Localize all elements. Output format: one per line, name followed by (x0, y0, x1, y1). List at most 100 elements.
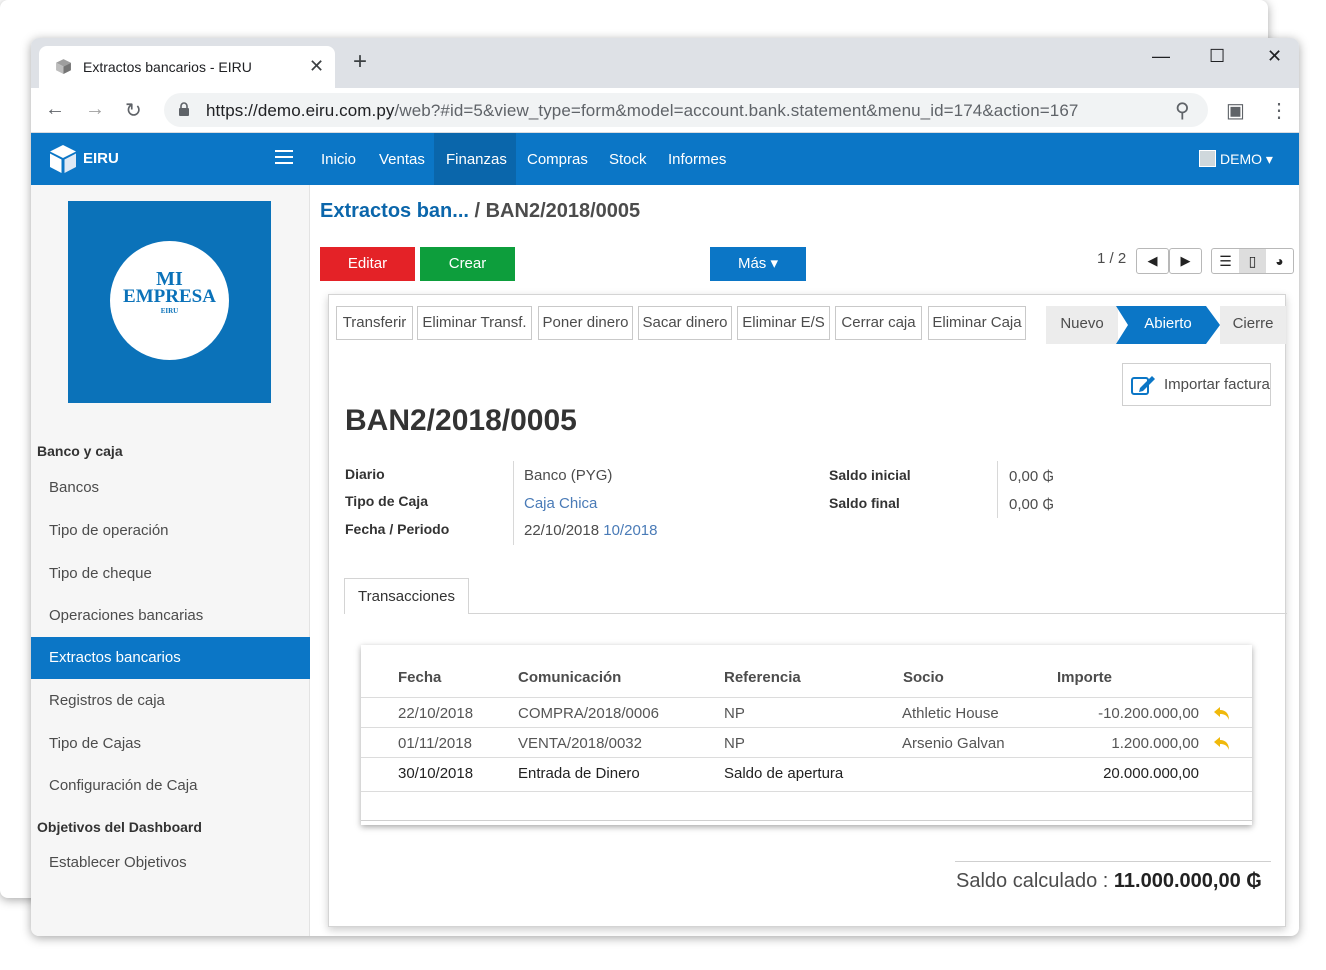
table-row[interactable]: 22/10/2018 COMPRA/2018/0006 NP Athletic … (361, 697, 1252, 727)
saldo-inicial-value: 0,00 ₲ (1009, 468, 1055, 485)
hamburger-menu-icon[interactable] (275, 150, 293, 164)
tab-strip: Extractos bancarios - EIRU ✕ + — ☐ ✕ (31, 38, 1299, 88)
tab-title: Extractos bancarios - EIRU (83, 59, 252, 75)
back-icon[interactable]: ← (45, 98, 65, 121)
zoom-icon[interactable]: ⚲ (1175, 98, 1190, 123)
sidebar: MI EMPRESA EIRU Banco y caja Bancos Tipo… (31, 185, 310, 936)
sidebar-item-tipo-cajas[interactable]: Tipo de Cajas (31, 723, 310, 765)
poner-dinero-button[interactable]: Poner dinero (538, 306, 633, 340)
view-switcher: ☰ ▯ ◕ (1211, 248, 1294, 274)
extension-icon[interactable]: ▣ (1226, 98, 1245, 123)
company-logo: MI EMPRESA EIRU (68, 201, 271, 403)
sidebar-item-tipo-operacion[interactable]: Tipo de operación (31, 510, 310, 552)
minimize-icon[interactable]: — (1152, 46, 1170, 67)
browser-tab[interactable]: Extractos bancarios - EIRU ✕ (39, 46, 335, 88)
sidebar-item-configuracion-caja[interactable]: Configuración de Caja (31, 765, 310, 807)
create-button[interactable]: Crear (420, 247, 515, 281)
fecha-periodo-value: 22/10/2018 10/2018 (524, 522, 657, 539)
menu-ventas[interactable]: Ventas (379, 151, 425, 168)
saldo-calculado: Saldo calculado : 11.000.000,00 ₲ (956, 870, 1262, 893)
sidebar-item-extractos-bancarios[interactable]: Extractos bancarios (31, 637, 310, 679)
url-text: https://demo.eiru.com.py/web?#id=5&view_… (206, 101, 1079, 120)
sidebar-item-bancos[interactable]: Bancos (31, 467, 310, 509)
eliminar-transf-button[interactable]: Eliminar Transf. (417, 306, 532, 340)
avatar (1199, 150, 1216, 167)
column-header-socio[interactable]: Socio (903, 669, 944, 686)
reload-icon[interactable]: ↻ (125, 98, 142, 123)
breadcrumb-parent[interactable]: Extractos ban... (320, 200, 469, 222)
column-header-fecha[interactable]: Fecha (398, 669, 441, 686)
saldo-calculado-value: 11.000.000,00 ₲ (1113, 870, 1262, 892)
cell-fecha: 01/11/2018 (398, 735, 472, 752)
edit-button[interactable]: Editar (320, 247, 415, 281)
eliminar-caja-button[interactable]: Eliminar Caja (928, 306, 1026, 340)
pager-value: 1 / 2 (1097, 250, 1127, 267)
other-view-icon[interactable]: ◕ (1266, 249, 1293, 273)
list-view-icon[interactable]: ☰ (1212, 249, 1239, 273)
cell-comunicacion: VENTA/2018/0032 (518, 735, 642, 752)
sidebar-item-operaciones-bancarias[interactable]: Operaciones bancarias (31, 595, 310, 637)
browser-frame: Extractos bancarios - EIRU ✕ + — ☐ ✕ ← →… (31, 38, 1299, 936)
menu-inicio[interactable]: Inicio (321, 151, 356, 168)
eliminar-es-button[interactable]: Eliminar E/S (737, 306, 830, 340)
menu-stock[interactable]: Stock (609, 151, 647, 168)
notebook-divider (344, 613, 1287, 614)
sidebar-item-registros-caja[interactable]: Registros de caja (31, 680, 310, 722)
window-close-icon[interactable]: ✕ (1267, 46, 1282, 67)
eiru-logo-icon[interactable] (47, 143, 79, 175)
cell-socio: Athletic House (902, 705, 999, 722)
menu-compras[interactable]: Compras (527, 151, 588, 168)
undo-reconcile-icon[interactable] (1213, 734, 1231, 752)
transferir-button[interactable]: Transferir (336, 306, 413, 340)
table-row[interactable]: 30/10/2018 Entrada de Dinero Saldo de ap… (361, 757, 1252, 787)
tipo-caja-value[interactable]: Caja Chica (524, 495, 597, 512)
browser-menu-icon[interactable]: ⋮ (1269, 98, 1289, 123)
undo-reconcile-icon[interactable] (1213, 704, 1231, 722)
forward-icon[interactable]: → (85, 98, 105, 121)
transactions-table: Fecha Comunicación Referencia Socio Impo… (361, 645, 1252, 825)
sidebar-item-tipo-cheque[interactable]: Tipo de cheque (31, 553, 310, 595)
cell-referencia: Saldo de apertura (724, 765, 844, 782)
maximize-icon[interactable]: ☐ (1209, 46, 1225, 67)
record-title: BAN2/2018/0005 (345, 404, 577, 437)
fecha-periodo-label: Fecha / Periodo (345, 521, 450, 537)
table-row[interactable]: 01/11/2018 VENTA/2018/0032 NP Arsenio Ga… (361, 727, 1252, 757)
cell-comunicacion: COMPRA/2018/0006 (518, 705, 659, 722)
cell-importe: -10.200.000,00 (1098, 705, 1199, 722)
more-button[interactable]: Más ▾ (710, 247, 806, 281)
app-navbar: EIRU Inicio Ventas Finanzas Compras Stoc… (31, 133, 1299, 185)
sidebar-item-establecer-objetivos[interactable]: Establecer Objetivos (31, 842, 310, 884)
column-header-referencia[interactable]: Referencia (724, 669, 801, 686)
column-header-importe[interactable]: Importe (1057, 669, 1112, 686)
saldo-final-label: Saldo final (829, 495, 900, 511)
logo-text-line3: EIRU (160, 307, 179, 315)
total-divider (955, 861, 1271, 862)
tab-close-icon[interactable]: ✕ (309, 56, 324, 77)
menu-informes[interactable]: Informes (668, 151, 726, 168)
browser-toolbar: ← → ↻ https://demo.eiru.com.py/web?#id=5… (31, 88, 1299, 133)
sacar-dinero-button[interactable]: Sacar dinero (638, 306, 732, 340)
form-view-icon[interactable]: ▯ (1239, 249, 1266, 273)
table-footer (361, 791, 1252, 821)
periodo-link[interactable]: 10/2018 (603, 522, 657, 539)
tab-transacciones[interactable]: Transacciones (344, 578, 469, 614)
menu-finanzas[interactable]: Finanzas (446, 151, 507, 168)
user-menu[interactable]: DEMO ▾ (1199, 150, 1273, 168)
sidebar-section-objetivos: Objetivos del Dashboard (37, 819, 202, 835)
stage-nuevo[interactable]: Nuevo (1046, 306, 1118, 344)
cell-fecha: 30/10/2018 (398, 765, 474, 782)
new-tab-icon[interactable]: + (353, 50, 367, 74)
cerrar-caja-button[interactable]: Cerrar caja (835, 306, 922, 340)
import-invoice-button[interactable]: Importar factura (1122, 363, 1271, 406)
column-header-comunicacion[interactable]: Comunicación (518, 669, 621, 686)
pager-next-button[interactable]: ▶ (1169, 248, 1202, 274)
sidebar-section-banco-y-caja: Banco y caja (37, 443, 123, 459)
cell-referencia: NP (724, 735, 745, 752)
import-invoice-label: Importar factura (1164, 376, 1270, 393)
tipo-caja-label: Tipo de Caja (345, 493, 428, 509)
address-bar[interactable]: https://demo.eiru.com.py/web?#id=5&view_… (164, 93, 1208, 127)
stage-cierre[interactable]: Cierre (1220, 306, 1286, 344)
pager-prev-button[interactable]: ◀ (1136, 248, 1169, 274)
cell-comunicacion: Entrada de Dinero (518, 765, 640, 782)
stage-abierto[interactable]: Abierto (1126, 306, 1210, 344)
